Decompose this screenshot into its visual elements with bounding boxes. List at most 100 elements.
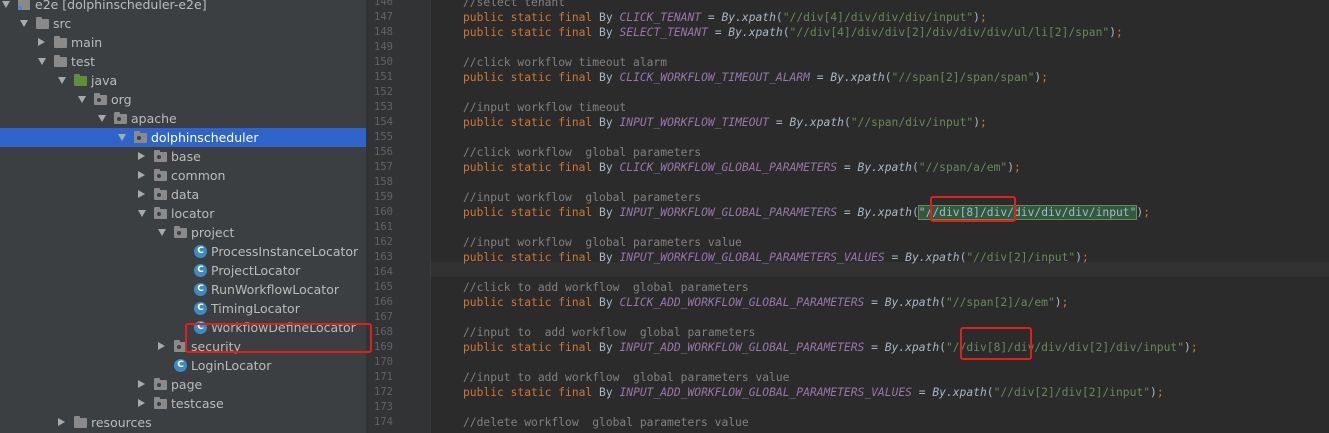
chevron-down-icon[interactable] [2,1,10,8]
chevron-right-icon[interactable] [138,152,145,160]
class-icon: C [194,245,207,258]
chevron-down-icon[interactable] [20,20,28,27]
tree-item-test[interactable]: test [0,52,366,71]
tree-item-main[interactable]: main [0,33,366,52]
tree-item-project[interactable]: project [0,223,366,242]
package-icon [134,131,147,143]
code-line-154: public static final By INPUT_WORKFLOW_TI… [463,116,987,129]
chevron-right-icon[interactable] [138,190,145,198]
line-number: 156 [374,146,393,158]
tree-item-label: locator [171,206,215,221]
line-number: 162 [374,236,393,248]
line-number: 165 [374,281,393,293]
tree-item-base[interactable]: base [0,147,366,166]
code-line-163: public static final By INPUT_WORKFLOW_GL… [463,251,1089,264]
tree-item-label: TimingLocator [211,301,300,316]
tree-item-dolphinscheduler[interactable]: dolphinscheduler [0,128,366,147]
package-icon [154,188,167,200]
tree-item-label: testcase [171,396,224,411]
code-line-169: public static final By INPUT_ADD_WORKFLO… [463,341,1198,354]
tree-item-resources[interactable]: resources [0,413,366,432]
annotation-box-line-169 [960,327,1032,360]
code-line-166: public static final By CLICK_ADD_WORKFLO… [463,296,1069,309]
line-number: 166 [374,296,393,308]
chevron-right-icon[interactable] [38,38,45,46]
line-number: 164 [374,266,393,278]
package-icon [174,226,187,238]
chevron-down-icon[interactable] [158,229,166,236]
tree-item-label: common [171,168,226,183]
code-editor[interactable]: //select tenant public static final By C… [431,0,1329,433]
chevron-right-icon[interactable] [158,342,165,350]
line-number: 153 [374,101,393,113]
tree-item-label: data [171,187,200,202]
chevron-right-icon[interactable] [58,418,65,426]
code-line-171: //input to add workflow global parameter… [463,371,790,384]
code-line-148: public static final By SELECT_TENANT = B… [463,26,1123,39]
code-line-146: //select tenant [463,0,566,9]
code-line-172: public static final By INPUT_ADD_WORKFLO… [463,386,1164,399]
tree-item-projectlocator[interactable]: C ProjectLocator [0,261,366,280]
line-number: 170 [374,356,393,368]
chevron-down-icon[interactable] [138,210,146,217]
tree-item-label: RunWorkflowLocator [211,282,339,297]
package-icon [94,93,107,105]
chevron-down-icon[interactable] [118,134,126,141]
annotation-box-line-160 [930,196,1016,222]
tree-item-locator[interactable]: locator [0,204,366,223]
tree-item-timinglocator[interactable]: C TimingLocator [0,299,366,318]
tree-item-src[interactable]: src [0,14,366,33]
package-icon [114,112,127,124]
package-icon [154,207,167,219]
folder-icon [74,416,87,428]
tree-item-runworkflowlocator[interactable]: C RunWorkflowLocator [0,280,366,299]
tree-item-e2e-dolphinscheduler-e2e[interactable]: e2e [dolphinscheduler-e2e] [0,0,366,14]
project-tree: e2e [dolphinscheduler-e2e] src main test jav… [0,0,366,433]
class-icon: C [194,283,207,296]
module-folder-icon [18,0,30,10]
line-number: 172 [374,386,393,398]
class-icon: C [194,302,207,315]
package-icon [154,169,167,181]
tree-item-apache[interactable]: apache [0,109,366,128]
line-number: 163 [374,251,393,263]
line-number-gutter: 146 147 148 149 150 151 152 153 154 155 156 157 158 1… [366,0,431,433]
code-line-174: //delete workflow global parameters valu… [463,416,749,429]
line-number: 154 [374,116,393,128]
line-number: 171 [374,371,393,383]
package-icon [154,378,167,390]
code-line-160: public static final By INPUT_WORKFLOW_GL… [463,205,1151,220]
line-number: 155 [374,131,393,143]
tree-item-org[interactable]: org [0,90,366,109]
tree-item-loginlocator[interactable]: C LoginLocator [0,356,366,375]
chevron-right-icon[interactable] [138,171,145,179]
tree-item-label: resources [91,415,152,430]
tree-item-label: project [191,225,235,240]
chevron-down-icon[interactable] [58,77,66,84]
chevron-down-icon[interactable] [78,96,86,103]
chevron-right-icon[interactable] [138,380,145,388]
tree-item-processinstancelocator[interactable]: C ProcessInstanceLocator [0,242,366,261]
line-number: 174 [374,416,393,428]
line-number: 173 [374,401,393,413]
chevron-down-icon[interactable] [98,115,106,122]
class-icon: C [174,359,187,372]
tree-item-label: apache [131,111,177,126]
tree-item-label: dolphinscheduler [151,130,259,145]
tree-item-label: org [111,92,132,107]
tree-item-label: src [53,16,72,31]
line-number: 149 [374,41,393,53]
line-number: 148 [374,26,393,38]
class-icon: C [194,264,207,277]
code-line-150: //click workflow timeout alarm [463,56,668,69]
tree-item-page[interactable]: page [0,375,366,394]
line-number: 157 [374,161,393,173]
tree-item-java[interactable]: java [0,71,366,90]
line-number: 150 [374,56,393,68]
chevron-down-icon[interactable] [38,58,46,65]
tree-item-label: main [71,35,103,50]
tree-item-data[interactable]: data [0,185,366,204]
chevron-right-icon[interactable] [138,399,145,407]
tree-item-testcase[interactable]: testcase [0,394,366,413]
tree-item-common[interactable]: common [0,166,366,185]
